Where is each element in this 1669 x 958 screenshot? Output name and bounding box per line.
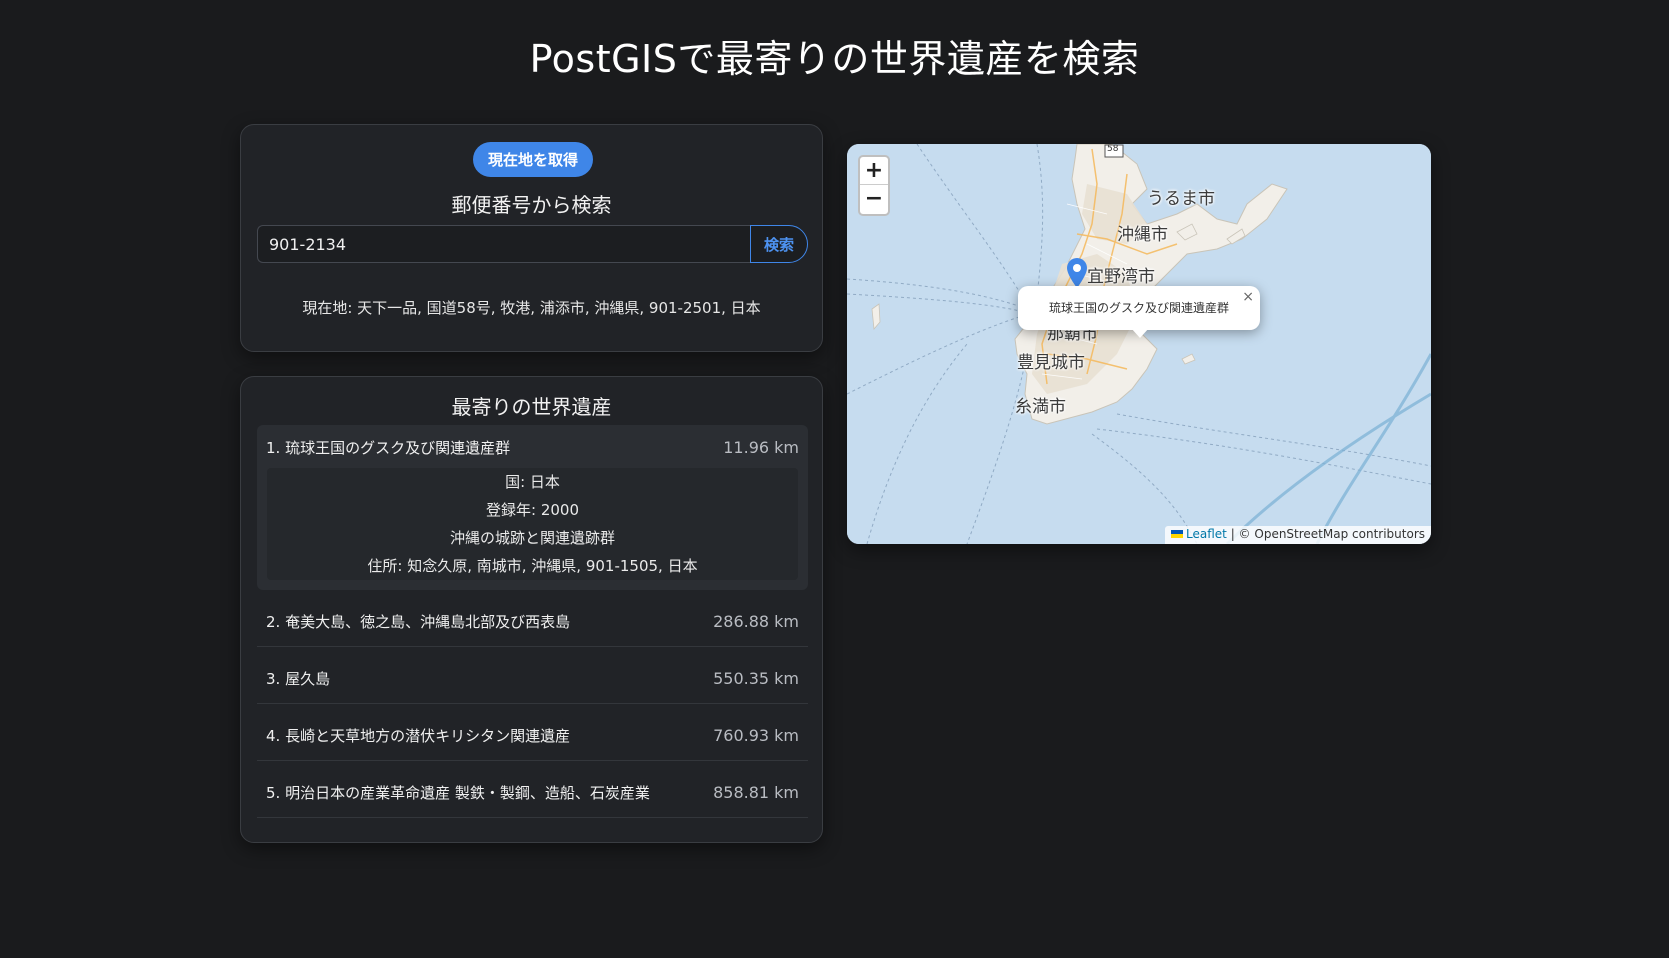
- detail-year: 登録年: 2000: [486, 501, 579, 519]
- zip-code-input[interactable]: [257, 225, 751, 263]
- map-attribution: Leaflet | © OpenStreetMap contributors: [1165, 526, 1431, 544]
- list-item[interactable]: 1. 琉球王国のグスク及び関連遺産群 11.96 km 国: 日本 登録年: 2…: [257, 425, 808, 590]
- search-panel: 現在地を取得 郵便番号から検索 検索 現在地: 天下一品, 国道58号, 牧港,…: [240, 124, 823, 352]
- map-label-tomigusuku: 豊見城市: [1017, 353, 1085, 373]
- popup-text: 琉球王国のグスク及び関連遺産群: [1048, 301, 1229, 315]
- detail-address: 住所: 知念久原, 南城市, 沖縄県, 901-1505, 日本: [367, 557, 698, 575]
- detail-country: 国: 日本: [505, 473, 560, 491]
- result-distance: 858.81 km: [713, 783, 799, 802]
- result-name: 2. 奄美大島、徳之島、沖縄島北部及び西表島: [266, 613, 571, 631]
- zip-search-heading: 郵便番号から検索: [451, 193, 612, 217]
- result-distance: 11.96 km: [723, 438, 799, 457]
- list-item[interactable]: 4. 長崎と天草地方の潜伏キリシタン関連遺産 760.93 km: [257, 704, 808, 761]
- current-location-text: 現在地: 天下一品, 国道58号, 牧港, 浦添市, 沖縄県, 901-2501…: [302, 299, 761, 317]
- results-panel: 最寄りの世界遺産 1. 琉球王国のグスク及び関連遺産群 11.96 km 国: …: [240, 376, 823, 843]
- map-label-uruma: うるま市: [1147, 189, 1215, 209]
- results-heading: 最寄りの世界遺産: [451, 395, 612, 419]
- route-58-shield: 58: [1107, 144, 1119, 154]
- zoom-out-button[interactable]: −: [860, 185, 888, 213]
- map-label-itoman: 糸満市: [1015, 397, 1066, 417]
- list-item[interactable]: 3. 屋久島 550.35 km: [257, 647, 808, 704]
- result-distance: 286.88 km: [713, 612, 799, 631]
- location-marker-icon[interactable]: [1066, 257, 1088, 289]
- result-name: 3. 屋久島: [266, 670, 331, 688]
- map-popup: 琉球王国のグスク及び関連遺産群 ×: [1018, 286, 1260, 338]
- popup-close-icon[interactable]: ×: [1242, 289, 1254, 305]
- result-name: 4. 長崎と天草地方の潜伏キリシタン関連遺産: [266, 727, 571, 745]
- popup-tip: [1131, 328, 1149, 338]
- page-title: PostGISで最寄りの世界遺産を検索: [529, 37, 1140, 81]
- attribution-text: | © OpenStreetMap contributors: [1230, 527, 1425, 541]
- list-item[interactable]: 5. 明治日本の産業革命遺産 製鉄・製鋼、造船、石炭産業 858.81 km: [257, 761, 808, 818]
- leaflet-link[interactable]: Leaflet: [1186, 527, 1227, 541]
- search-button[interactable]: 検索: [750, 225, 808, 263]
- ukraine-flag-icon: [1171, 530, 1184, 538]
- list-item[interactable]: 2. 奄美大島、徳之島、沖縄島北部及び西表島 286.88 km: [257, 590, 808, 647]
- results-list: 1. 琉球王国のグスク及び関連遺産群 11.96 km 国: 日本 登録年: 2…: [257, 425, 808, 818]
- get-location-button[interactable]: 現在地を取得: [473, 142, 593, 177]
- map-label-ginowan: 宜野湾市: [1087, 267, 1155, 287]
- result-distance: 550.35 km: [713, 669, 799, 688]
- result-name: 1. 琉球王国のグスク及び関連遺産群: [266, 439, 511, 457]
- map-label-okinawa: 沖縄市: [1117, 225, 1168, 245]
- result-distance: 760.93 km: [713, 726, 799, 745]
- zoom-control: + −: [858, 155, 890, 216]
- zoom-in-button[interactable]: +: [860, 157, 888, 185]
- result-details: 国: 日本 登録年: 2000 沖縄の城跡と関連遺跡群 住所: 知念久原, 南城…: [267, 468, 798, 580]
- result-name: 5. 明治日本の産業革命遺産 製鉄・製鋼、造船、石炭産業: [266, 784, 650, 802]
- detail-description: 沖縄の城跡と関連遺跡群: [449, 529, 615, 547]
- map[interactable]: 58 + − うるま市 沖縄市 宜野湾市 那覇市 豊見城市 糸満市 琉球王国のグ…: [847, 144, 1431, 544]
- map-tiles[interactable]: [847, 144, 1431, 544]
